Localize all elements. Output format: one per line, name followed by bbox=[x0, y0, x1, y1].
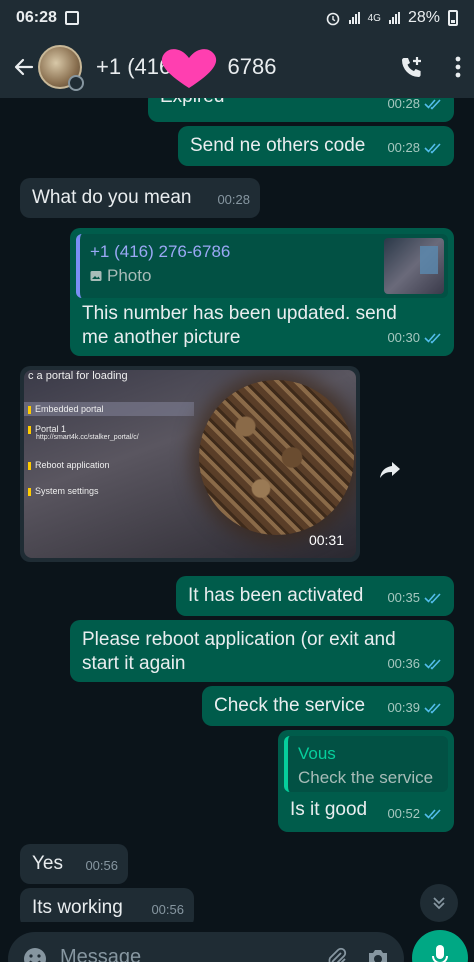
camera-icon[interactable] bbox=[366, 946, 390, 962]
message-bubble[interactable]: What do you mean 00:28 bbox=[20, 178, 260, 218]
message-text: Its working bbox=[32, 897, 123, 918]
alarm-icon bbox=[326, 12, 339, 26]
signal-icon bbox=[348, 12, 360, 24]
message-bubble[interactable]: Send ne others code 00:28 bbox=[178, 126, 454, 166]
bark-texture-overlay bbox=[199, 380, 354, 535]
quoted-message[interactable]: Vous Check the service bbox=[284, 736, 448, 792]
message-meta: 00:39 bbox=[387, 696, 444, 720]
message-bubble[interactable]: Check the service 00:39 bbox=[202, 686, 454, 726]
input-bar bbox=[0, 922, 474, 962]
message-meta: 00:28 bbox=[387, 136, 444, 160]
message-text: Please reboot application (or exit and s… bbox=[82, 629, 396, 674]
message-bubble[interactable]: Its working 00:56 bbox=[20, 888, 194, 922]
photo-attachment[interactable]: c a portal for loading Embedded portal P… bbox=[24, 370, 356, 558]
chat-header: +1 (416 6786 bbox=[0, 36, 474, 98]
tv-menu-item: Portal 1 http://smart4k.cc/stalker_porta… bbox=[28, 424, 139, 441]
message-time: 00:28 bbox=[387, 98, 420, 111]
tv-menu-item-label: Embedded portal bbox=[35, 404, 104, 414]
vertical-dots-icon[interactable] bbox=[454, 55, 462, 79]
network-type: 4G bbox=[367, 12, 381, 24]
message-bubble[interactable]: Expired 00:28 bbox=[148, 98, 454, 122]
contact-name[interactable]: +1 (416 6786 bbox=[96, 49, 277, 88]
paperclip-icon[interactable] bbox=[324, 946, 348, 962]
message-time: 00:28 bbox=[217, 192, 250, 207]
message-meta: 00:56 bbox=[85, 854, 118, 878]
message-text: Check the service bbox=[214, 695, 366, 716]
message-meta: 00:36 bbox=[387, 652, 444, 676]
message-time: 00:52 bbox=[387, 806, 420, 821]
message-time: 00:56 bbox=[85, 858, 118, 873]
heart-redaction-icon bbox=[161, 49, 217, 88]
status-icons: 4G 28% bbox=[325, 9, 458, 27]
message-meta: 00:56 bbox=[151, 898, 184, 922]
message-text: Send ne others code bbox=[190, 135, 366, 156]
message-bubble[interactable]: It has been activated 00:35 bbox=[176, 576, 454, 616]
double-check-icon bbox=[424, 593, 441, 604]
emoji-icon[interactable] bbox=[22, 946, 48, 962]
notification-check-icon bbox=[64, 11, 79, 25]
quoted-preview: Check the service bbox=[298, 768, 434, 787]
message-time: 00:39 bbox=[387, 700, 420, 715]
message-time: 00:56 bbox=[151, 902, 184, 917]
photo-icon bbox=[90, 271, 102, 281]
message-time: 00:31 bbox=[308, 532, 344, 548]
chevron-double-down-icon[interactable] bbox=[420, 884, 458, 922]
tv-menu-item-label: Portal 1 bbox=[35, 424, 67, 434]
status-bar: 06:28 4G 28% bbox=[0, 0, 474, 36]
message-bubble[interactable]: Please reboot application (or exit and s… bbox=[70, 620, 454, 682]
message-meta: 00:30 bbox=[387, 326, 444, 350]
message-meta: 00:28 bbox=[387, 98, 444, 116]
tv-menu-item: Embedded portal bbox=[24, 402, 194, 416]
quoted-sender: Vous bbox=[298, 744, 336, 763]
message-time: 00:35 bbox=[387, 590, 420, 605]
message-bubble[interactable]: +1 (416) 276-6786 Photo This number has … bbox=[70, 228, 454, 356]
forward-icon[interactable] bbox=[370, 450, 410, 490]
double-check-icon bbox=[424, 659, 441, 670]
message-meta: 00:35 bbox=[387, 586, 444, 610]
mic-button[interactable] bbox=[412, 930, 468, 962]
message-text: What do you mean bbox=[32, 187, 192, 208]
message-meta: 00:28 bbox=[217, 188, 250, 212]
message-time: 00:30 bbox=[387, 330, 420, 345]
tv-menu-item: System settings bbox=[28, 486, 99, 496]
signal-icon-2 bbox=[388, 12, 400, 24]
message-text: It has been activated bbox=[188, 585, 364, 606]
arrow-left-icon[interactable] bbox=[12, 55, 36, 79]
battery-icon bbox=[448, 10, 458, 26]
tv-menu-item-label: Reboot application bbox=[35, 460, 110, 470]
quoted-thumbnail bbox=[384, 238, 444, 294]
double-check-icon bbox=[424, 99, 441, 110]
chat-area[interactable]: Expired 00:28 Send ne others code 00:28 … bbox=[0, 98, 474, 922]
quoted-message[interactable]: +1 (416) 276-6786 Photo bbox=[76, 234, 448, 298]
message-time: 00:28 bbox=[387, 140, 420, 155]
message-text: Expired bbox=[160, 98, 224, 109]
tv-menu-title: c a portal for loading bbox=[28, 370, 128, 382]
phone-plus-icon[interactable] bbox=[398, 53, 426, 81]
message-bubble[interactable]: Yes 00:56 bbox=[20, 844, 128, 884]
message-meta: 00:52 bbox=[387, 802, 444, 826]
message-input-container bbox=[8, 932, 404, 962]
tv-menu-item-label: System settings bbox=[35, 486, 99, 496]
double-check-icon bbox=[424, 143, 441, 154]
status-time: 06:28 bbox=[16, 9, 57, 26]
status-ring-icon bbox=[68, 75, 84, 91]
message-input[interactable] bbox=[60, 946, 280, 962]
microphone-icon bbox=[432, 945, 448, 962]
double-check-icon bbox=[424, 333, 441, 344]
avatar[interactable] bbox=[38, 45, 84, 91]
quoted-type: Photo bbox=[107, 266, 152, 285]
message-bubble[interactable]: Vous Check the service Is it good 00:52 bbox=[278, 730, 454, 832]
message-time: 00:36 bbox=[387, 656, 420, 671]
message-text: This number has been updated. send me an… bbox=[82, 303, 397, 348]
image-message[interactable]: c a portal for loading Embedded portal P… bbox=[20, 366, 360, 562]
double-check-icon bbox=[424, 809, 441, 820]
tv-menu-item-url: http://smart4k.cc/stalker_portal/c/ bbox=[36, 434, 139, 441]
contact-suffix: 6786 bbox=[227, 54, 277, 79]
tv-menu-item: Reboot application bbox=[28, 460, 110, 470]
double-check-icon bbox=[424, 703, 441, 714]
message-text: Yes bbox=[32, 853, 63, 874]
battery-percent: 28% bbox=[407, 9, 440, 26]
tv-menu-screenshot: c a portal for loading Embedded portal P… bbox=[24, 370, 214, 558]
